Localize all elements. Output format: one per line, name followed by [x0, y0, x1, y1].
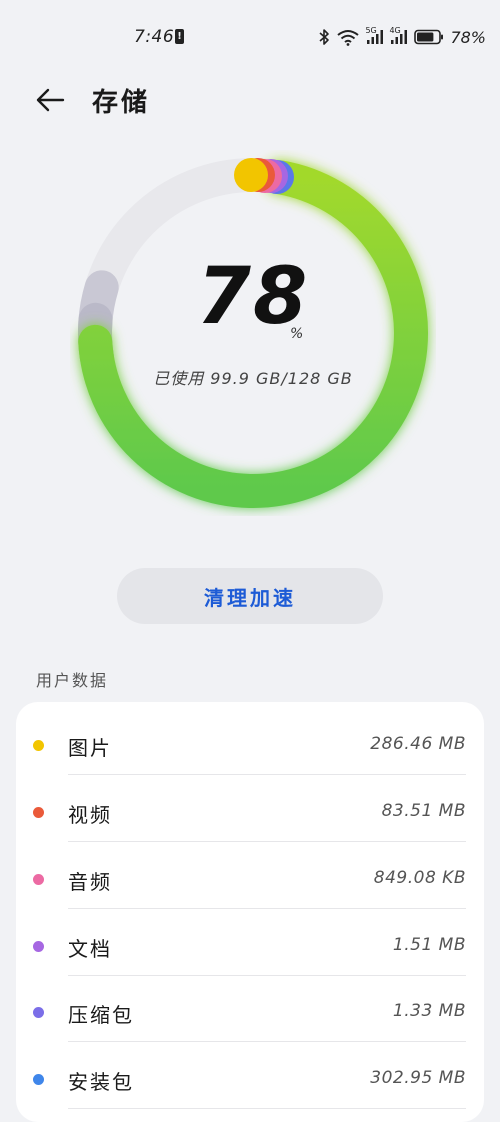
category-label: 图片 — [68, 736, 112, 760]
usage-detail: 已使用 99.9 GB/128 GB — [153, 369, 353, 388]
user-data-card: 图片 286.46 MB 视频 83.51 MB 音频 849.08 KB 文档… — [16, 702, 484, 1122]
alert-icon: ! — [175, 29, 184, 44]
category-size: 83.51 MB — [381, 801, 466, 821]
category-label: 文档 — [68, 937, 112, 961]
category-dot — [33, 740, 44, 751]
category-label: 音频 — [68, 870, 112, 894]
list-item-audio[interactable]: 音频 849.08 KB — [16, 842, 484, 909]
signal-5g: 5G — [365, 26, 384, 45]
battery-percent: 78% — [450, 27, 486, 47]
divider — [68, 1108, 466, 1109]
category-dot — [33, 1007, 44, 1018]
bluetooth-icon — [319, 29, 330, 45]
page-title: 存储 — [92, 88, 151, 118]
network-4g-label: 4G — [389, 26, 401, 35]
usage-percent-value: 78 — [196, 252, 310, 342]
category-size: 1.51 MB — [392, 935, 466, 955]
category-dot — [33, 941, 44, 952]
status-time: 7:46 — [134, 27, 175, 47]
battery-icon — [414, 29, 444, 45]
usage-percent-unit: % — [290, 326, 304, 342]
category-size: 286.46 MB — [370, 734, 466, 754]
usage-center: 78 % 已使用 99.9 GB/128 GB — [70, 150, 436, 516]
wifi-icon — [337, 30, 360, 46]
list-item-documents[interactable]: 文档 1.51 MB — [16, 909, 484, 976]
network-5g-label: 5G — [365, 26, 377, 35]
list-item-images[interactable]: 图片 286.46 MB — [16, 708, 484, 775]
category-size: 849.08 KB — [373, 868, 466, 888]
list-item-packages[interactable]: 安装包 302.95 MB — [16, 1042, 484, 1109]
clean-accelerate-button[interactable]: 清理加速 — [117, 568, 383, 624]
category-dot — [33, 807, 44, 818]
category-label: 压缩包 — [68, 1003, 134, 1027]
status-icons: 5G 4G 78% — [318, 26, 486, 48]
category-label: 安装包 — [68, 1070, 134, 1094]
category-dot — [33, 1074, 44, 1085]
storage-usage-ring: 78 % 已使用 99.9 GB/128 GB — [70, 150, 436, 516]
category-label: 视频 — [68, 803, 112, 827]
section-title-user-data: 用户数据 — [36, 671, 109, 690]
back-button[interactable] — [30, 80, 70, 120]
category-size: 302.95 MB — [370, 1068, 466, 1088]
list-item-videos[interactable]: 视频 83.51 MB — [16, 775, 484, 842]
category-dot — [33, 874, 44, 885]
list-item-archives[interactable]: 压缩包 1.33 MB — [16, 975, 484, 1042]
status-bar: 7:46 ! 5G 4G 78% — [0, 0, 500, 76]
arrow-left-icon — [36, 88, 65, 112]
signal-4g: 4G — [389, 26, 408, 45]
category-size: 1.33 MB — [392, 1001, 466, 1021]
header: 存储 — [0, 76, 500, 120]
